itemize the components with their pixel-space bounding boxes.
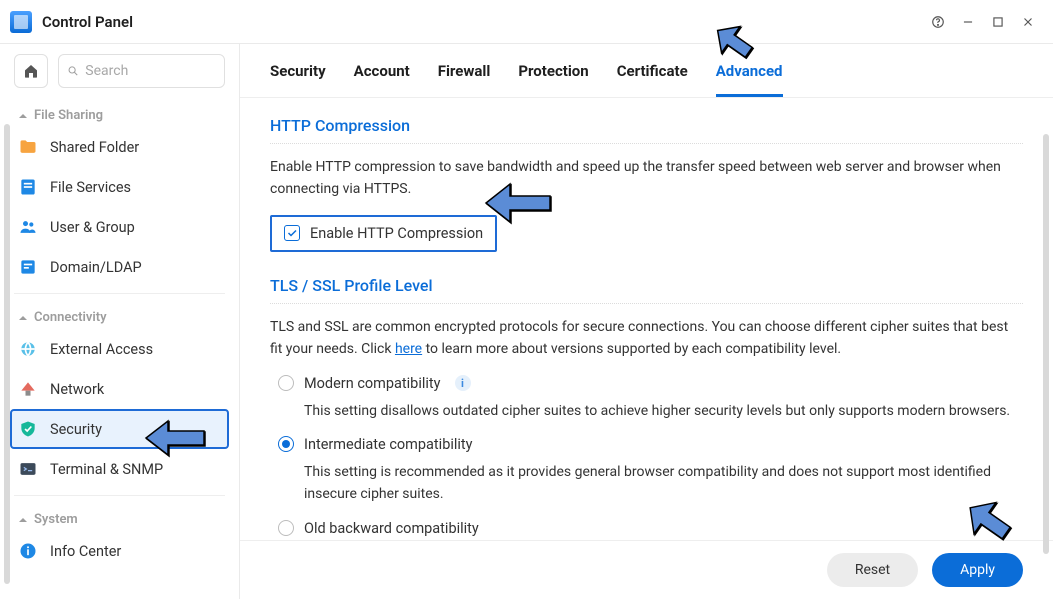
domain-icon [18,257,38,277]
content-scroll: HTTP Compression Enable HTTP compression… [240,98,1053,540]
radio-label: Intermediate compatibility [304,436,473,453]
sidebar-item-label: Terminal & SNMP [50,461,163,478]
radio-intermediate-compatibility[interactable]: Intermediate compatibility [278,436,1023,453]
radio-desc-modern: This setting disallows outdated cipher s… [304,400,1023,422]
sidebar-item-label: Network [50,381,104,398]
tab-firewall[interactable]: Firewall [438,62,491,97]
radio-desc-intermediate: This setting is recommended as it provid… [304,461,1023,506]
checkbox-icon [284,225,300,241]
content-pane: Security Account Firewall Protection Cer… [240,44,1053,599]
sidebar: File Sharing Shared Folder File Services… [0,44,240,599]
chevron-up-icon [18,313,28,323]
titlebar: Control Panel [0,0,1053,44]
sidebar-item-network[interactable]: Network [0,369,239,409]
sidebar-item-file-services[interactable]: File Services [0,167,239,207]
sidebar-item-domain-ldap[interactable]: Domain/LDAP [0,247,239,287]
apply-button[interactable]: Apply [932,553,1023,587]
chevron-up-icon [18,111,28,121]
sidebar-scrollbar[interactable] [4,124,10,584]
users-icon [18,217,38,237]
chevron-up-icon [18,515,28,525]
section-header-http-compression: HTTP Compression [270,116,1023,144]
tab-protection[interactable]: Protection [518,62,588,97]
sidebar-group-label: Connectivity [34,310,107,325]
radio-old-compatibility[interactable]: Old backward compatibility [278,520,1023,537]
close-button[interactable] [1013,7,1043,37]
sidebar-item-label: Info Center [50,543,121,560]
sidebar-group-connectivity[interactable]: Connectivity [0,300,239,329]
link-here[interactable]: here [395,341,422,357]
sidebar-group-system[interactable]: System [0,502,239,531]
search-input[interactable] [85,63,216,79]
file-services-icon [18,177,38,197]
minimize-button[interactable] [953,7,983,37]
reset-button[interactable]: Reset [827,553,918,587]
sidebar-item-shared-folder[interactable]: Shared Folder [0,127,239,167]
section-desc-tls: TLS and SSL are common encrypted protoco… [270,316,1023,361]
radio-label: Modern compatibility [304,375,441,392]
window-title: Control Panel [42,13,133,31]
sidebar-item-external-access[interactable]: External Access [0,329,239,369]
radio-icon [278,436,294,452]
search-icon [67,64,79,78]
sidebar-item-terminal-snmp[interactable]: Terminal & SNMP [0,449,239,489]
sidebar-item-label: External Access [50,341,153,358]
tab-certificate[interactable]: Certificate [617,62,688,97]
tabs: Security Account Firewall Protection Cer… [240,44,1053,98]
sidebar-group-file-sharing[interactable]: File Sharing [0,98,239,127]
sidebar-item-label: Shared Folder [50,139,139,156]
home-icon [23,63,39,79]
shield-icon [18,419,38,439]
home-button[interactable] [14,54,48,88]
globe-icon [18,339,38,359]
tab-account[interactable]: Account [354,62,410,97]
section-desc-http-compression: Enable HTTP compression to save bandwidt… [270,156,1023,201]
help-icon [931,15,945,29]
radio-icon [278,520,294,536]
sidebar-item-user-group[interactable]: User & Group [0,207,239,247]
sidebar-item-label: Domain/LDAP [50,259,142,276]
sidebar-group-label: System [34,512,78,527]
folder-icon [18,137,38,157]
checkbox-label: Enable HTTP Compression [310,225,483,242]
search-field[interactable] [58,54,225,88]
footer: Reset Apply [240,540,1053,599]
maximize-icon [991,15,1005,29]
help-button[interactable] [923,7,953,37]
sidebar-item-label: Security [50,421,102,438]
sidebar-item-security[interactable]: Security [10,409,229,449]
sidebar-item-info-center[interactable]: Info Center [0,531,239,571]
maximize-button[interactable] [983,7,1013,37]
tab-advanced[interactable]: Advanced [716,62,783,97]
radio-modern-compatibility[interactable]: Modern compatibility i [278,375,1023,392]
network-icon [18,379,38,399]
tab-security[interactable]: Security [270,62,326,97]
app-icon [10,11,32,33]
radio-icon [278,375,294,391]
sidebar-item-label: File Services [50,179,131,196]
info-icon[interactable]: i [455,375,471,391]
close-icon [1021,15,1035,29]
info-icon [18,541,38,561]
minimize-icon [961,15,975,29]
checkbox-enable-http-compression[interactable]: Enable HTTP Compression [270,215,497,252]
section-header-tls: TLS / SSL Profile Level [270,276,1023,304]
radio-label: Old backward compatibility [304,520,479,537]
sidebar-group-label: File Sharing [34,108,103,123]
terminal-icon [18,459,38,479]
sidebar-item-label: User & Group [50,219,135,236]
